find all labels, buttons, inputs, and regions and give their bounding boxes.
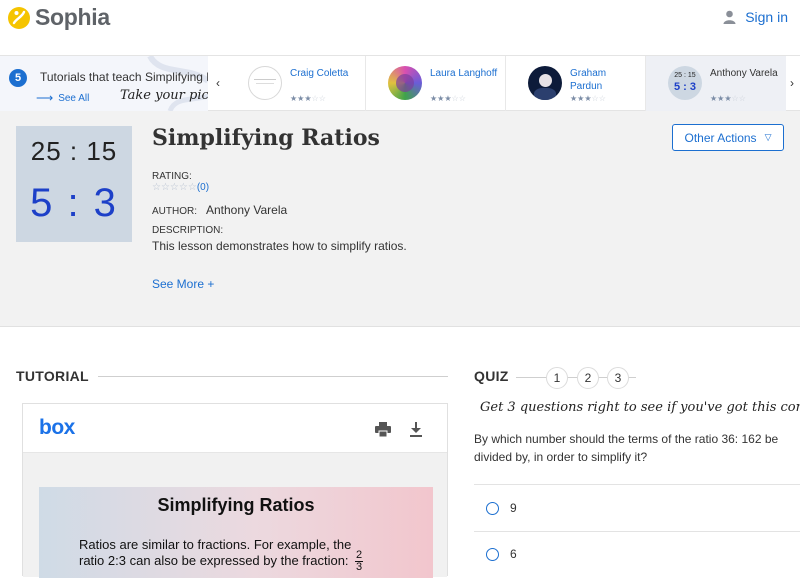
lesson-thumbnail: 25 : 15 5 : 3: [16, 126, 132, 242]
card-author-name: Craig Coletta: [290, 68, 349, 79]
tutorial-card-active[interactable]: 25 : 15 5 : 3 Anthony Varela ★★★☆☆: [646, 56, 786, 111]
quiz-step-1[interactable]: 1: [546, 367, 568, 389]
sophia-logo[interactable]: Sophia: [8, 4, 110, 31]
star-rating: ★★★☆☆: [570, 94, 606, 103]
carousel-intro: 5 Tutorials that teach Simplifying Ratio…: [0, 56, 208, 111]
tutorial-card[interactable]: Craig Coletta ★★★☆☆: [226, 56, 366, 111]
quiz-option[interactable]: 6: [486, 547, 517, 561]
star-icon: ☆☆☆☆☆: [152, 182, 197, 193]
rating-label: RATING:: [152, 171, 192, 182]
sophia-logo-icon: [8, 6, 30, 29]
card-author-name: Laura Langhoff: [430, 68, 498, 79]
card-thumbnail: 25 : 15 5 : 3: [668, 66, 702, 100]
box-logo: box: [39, 416, 75, 439]
slide-page: Simplifying Ratios Ratios are similar to…: [39, 487, 433, 578]
card-thumb-bottom: 5 : 3: [673, 81, 696, 93]
sign-in-label: Sign in: [745, 9, 788, 25]
chevron-right-icon[interactable]: ›: [784, 56, 800, 111]
viewer-toolbar: [375, 422, 423, 437]
other-actions-button[interactable]: Other Actions ▽: [672, 124, 784, 151]
tutorial-card[interactable]: Graham Pardun ★★★☆☆: [506, 56, 646, 111]
see-more-link[interactable]: See More +: [152, 277, 214, 291]
divider: [474, 484, 800, 485]
take-your-pick-text: Take your pick:: [120, 88, 208, 103]
divider: [98, 376, 448, 377]
slide-fraction: 2 3: [355, 550, 364, 573]
quiz-step-3[interactable]: 3: [607, 367, 629, 389]
download-icon[interactable]: [409, 422, 423, 437]
brand-name: Sophia: [35, 4, 110, 30]
tutorial-count-text: Tutorials that teach Simplifying Ratios: [40, 70, 208, 84]
fraction-denominator: 3: [356, 561, 363, 573]
see-all-label: See All: [58, 92, 90, 104]
user-icon: [723, 10, 736, 24]
option-label: 6: [510, 547, 517, 561]
card-author-name: Anthony Varela: [710, 68, 778, 79]
quiz-option[interactable]: 9: [486, 501, 517, 515]
description-text: This lesson demonstrates how to simplify…: [152, 239, 407, 253]
option-label: 9: [510, 501, 517, 515]
chevron-down-icon: ▽: [764, 132, 772, 142]
rating-count: (0): [196, 182, 210, 193]
quiz-question: By which number should the terms of the …: [474, 432, 779, 464]
card-thumb-top: 25 : 15: [674, 72, 696, 79]
radio-button[interactable]: [486, 501, 499, 515]
tutorial-heading: TUTORIAL: [16, 368, 89, 384]
quiz-heading: QUIZ: [474, 368, 509, 384]
divider: [474, 531, 800, 532]
card-thumbnail: [388, 66, 422, 100]
see-all-link[interactable]: ⟶ See All: [36, 91, 89, 105]
card-thumbnail: [528, 66, 562, 100]
thumbnail-ratio-bottom: 5 : 3: [30, 181, 118, 225]
viewer-canvas[interactable]: Simplifying Ratios Ratios are similar to…: [23, 452, 447, 578]
tutorial-count-badge: 5: [9, 69, 27, 87]
page-title: Simplifying Ratios: [152, 125, 380, 151]
star-rating: ★★★☆☆: [290, 94, 326, 103]
author-label: AUTHOR:: [152, 206, 197, 217]
star-rating: ★★★☆☆: [710, 94, 746, 103]
document-viewer: box Simplifying Ratios Ratios are simila…: [22, 403, 448, 578]
arrow-right-icon: ⟶: [36, 91, 54, 105]
other-actions-label: Other Actions: [684, 130, 757, 145]
quiz-tagline: Get 3 questions right to see if you've g…: [480, 400, 800, 415]
chevron-left-icon[interactable]: ‹: [210, 56, 226, 111]
slide-title: Simplifying Ratios: [157, 495, 315, 515]
description-label: DESCRIPTION:: [152, 225, 224, 236]
thumbnail-ratio-top: 25 : 15: [30, 136, 118, 166]
rating-stars[interactable]: ☆☆☆☆☆(0): [152, 182, 209, 193]
tutorial-card[interactable]: Laura Langhoff ★★★☆☆: [366, 56, 506, 111]
card-author-name: Graham Pardun: [570, 68, 607, 92]
radio-button[interactable]: [486, 547, 499, 561]
tutorial-carousel: 5 Tutorials that teach Simplifying Ratio…: [0, 55, 800, 111]
sign-in-link[interactable]: Sign in: [723, 9, 788, 25]
slide-text: Ratios are similar to fractions. For exa…: [79, 537, 352, 568]
card-thumbnail: [248, 66, 282, 100]
print-icon[interactable]: [375, 422, 391, 437]
author-name: Anthony Varela: [206, 203, 288, 217]
header: Sophia Sign in: [0, 0, 800, 38]
star-rating: ★★★☆☆: [430, 94, 466, 103]
lesson-panel: 25 : 15 5 : 3 Simplifying Ratios RATING:…: [0, 111, 800, 327]
quiz-step-2[interactable]: 2: [577, 367, 599, 389]
